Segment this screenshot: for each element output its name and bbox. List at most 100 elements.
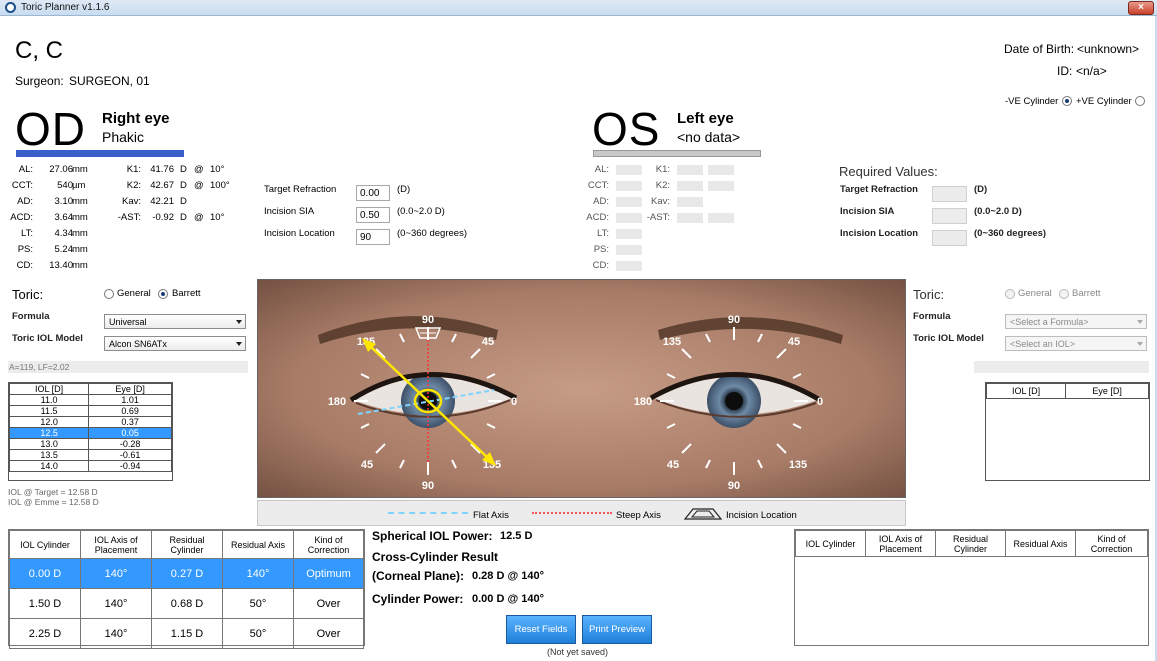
od-general-radio[interactable] [104, 289, 114, 299]
app-icon [5, 2, 16, 13]
meas-label: CD: [592, 260, 609, 271]
os-incision-sia-input[interactable] [932, 208, 967, 224]
os-formula-select[interactable]: <Select a Formula> [1005, 314, 1147, 329]
os-target-refraction-input[interactable] [932, 186, 967, 202]
meas-label: PS: [593, 244, 609, 255]
table-cell: 13.0 [8, 438, 90, 450]
od-meas-row: CD: 13.40 mm [8, 260, 93, 276]
table-row[interactable]: 12.0 0.37 [8, 416, 172, 428]
os-meas-row: ACD: [583, 212, 643, 228]
meas-label: LT: [597, 228, 609, 239]
table-row[interactable]: 13.5 -0.61 [8, 449, 172, 461]
od-iol-model-value: Alcon SN6ATx [109, 339, 167, 349]
kerat-label: -AST: [646, 212, 670, 223]
kerat-label: Kav: [650, 196, 670, 207]
table-cell: 11.5 [8, 405, 90, 417]
od-iol-model-label: Toric IOL Model [12, 333, 83, 344]
reset-fields-button[interactable]: Reset Fields [506, 615, 576, 644]
meas-unit: mm [72, 260, 88, 271]
os-toric-label: Toric: [913, 287, 945, 302]
table-header: IOL Cylinder [795, 530, 866, 557]
kerat-label: Kav: [121, 196, 141, 207]
meas-value: 3.64 [54, 212, 74, 223]
kerat-empty [708, 213, 734, 223]
id-label: ID: [1057, 64, 1073, 78]
os-color-bar [593, 150, 761, 157]
table-row[interactable]: 14.0 -0.94 [8, 460, 172, 472]
table-row[interactable]: 11.0 1.01 [8, 394, 172, 406]
od-title: Right eye [102, 110, 170, 127]
od-target-refraction-unit: (D) [397, 184, 411, 195]
table-header-row: IOL Cylinder IOL Axis of Placement Resid… [9, 530, 364, 559]
dial-label: 180 [328, 396, 346, 408]
od-incision-location-input[interactable] [356, 229, 390, 245]
os-iol-model-value: <Select an IOL> [1010, 339, 1076, 349]
table-cell: 140° [80, 618, 152, 649]
kerat-row: -AST: [640, 212, 740, 228]
os-barrett-radio[interactable] [1059, 289, 1069, 299]
kerat-unit: D [180, 180, 187, 191]
eye-image: 90 45 0 135 90 45 180 135 90 45 0 135 90… [258, 280, 905, 497]
od-abbr: OD [15, 103, 86, 155]
window-title: Toric Planner v1.1.6 [21, 2, 110, 13]
os-required-title: Required Values: [839, 164, 938, 179]
surgeon-value: SURGEON, 01 [69, 74, 150, 88]
od-barrett-radio[interactable] [158, 289, 168, 299]
meas-empty [616, 181, 642, 191]
table-header: Residual Cylinder [151, 530, 223, 559]
table-header: Kind of Correction [293, 530, 364, 559]
os-general-radio[interactable] [1005, 289, 1015, 299]
od-color-bar [16, 150, 184, 157]
os-iol-model-select[interactable]: <Select an IOL> [1005, 336, 1147, 351]
table-header: IOL [D] [8, 383, 90, 395]
od-meas-row: PS: 5.24 mm [8, 244, 93, 260]
corneal-plane-label: (Corneal Plane): [372, 569, 465, 583]
od-keratometry: K1: 41.76 D @ 10° K2: 42.67 D @ 100° Kav… [110, 164, 235, 228]
od-incision-location-label: Incision Location [264, 228, 335, 239]
table-cell: -0.94 [88, 460, 172, 472]
table-row[interactable]: 13.0 -0.28 [8, 438, 172, 450]
od-meas-row: CCT: 540 µm [8, 180, 93, 196]
od-formula-value: Universal [109, 317, 147, 327]
dial-label: 90 [422, 480, 434, 492]
table-header: IOL Axis of Placement [80, 530, 152, 559]
os-incision-location-unit: (0~360 degrees) [974, 228, 1047, 239]
chevron-down-icon [1137, 342, 1143, 346]
close-button[interactable]: × [1128, 1, 1154, 15]
table-row[interactable]: 1.50 D 140° 0.68 D 50° Over [9, 588, 364, 619]
pos-cylinder-radio[interactable] [1135, 96, 1145, 106]
table-cell: 0.68 D [151, 588, 223, 619]
od-iol-model-select[interactable]: Alcon SN6ATx [104, 336, 246, 351]
cylinder-power-label: Cylinder Power: [372, 592, 464, 606]
od-incision-sia-unit: (0.0~2.0 D) [397, 206, 445, 217]
od-target-refraction-input[interactable] [356, 185, 390, 201]
od-meas-row: LT: 4.34 mm [8, 228, 93, 244]
od-formula-select[interactable]: Universal [104, 314, 246, 329]
meas-unit: mm [72, 244, 88, 255]
cross-cylinder-label: Cross-Cylinder Result [372, 550, 499, 564]
kerat-row: K1: 41.76 D @ 10° [110, 164, 235, 180]
od-barrett-label: Barrett [172, 288, 201, 299]
table-header: Residual Axis [1005, 530, 1076, 557]
os-meas-row: AD: [583, 196, 643, 212]
kerat-empty [708, 181, 734, 191]
dial-label: 180 [634, 396, 652, 408]
table-row[interactable]: 11.5 0.69 [8, 405, 172, 417]
kerat-empty [677, 213, 703, 223]
kerat-unit: D [180, 212, 187, 223]
os-incision-location-input[interactable] [932, 230, 967, 246]
od-iol-table: IOL [D] Eye [D] 11.0 1.01 11.5 0.69 12.0 0.3… [8, 383, 172, 472]
meas-empty [616, 245, 642, 255]
print-preview-button[interactable]: Print Preview [582, 615, 652, 644]
table-cell: 0.05 [88, 427, 172, 439]
os-iol-model-label: Toric IOL Model [913, 333, 984, 344]
table-row-selected[interactable]: 0.00 D 140° 0.27 D 140° Optimum [9, 558, 364, 589]
table-row[interactable]: 2.25 D 140° 1.15 D 50° Over [9, 618, 364, 649]
neg-cylinder-radio[interactable] [1062, 96, 1072, 106]
od-a-constant: A=119, LF=2.02 [8, 361, 248, 373]
od-incision-sia-input[interactable] [356, 207, 390, 223]
os-meas-row: CD: [583, 260, 643, 276]
os-barrett-label: Barrett [1072, 288, 1101, 299]
table-row-selected[interactable]: 12.5 0.05 [8, 427, 172, 439]
kerat-empty [708, 165, 734, 175]
